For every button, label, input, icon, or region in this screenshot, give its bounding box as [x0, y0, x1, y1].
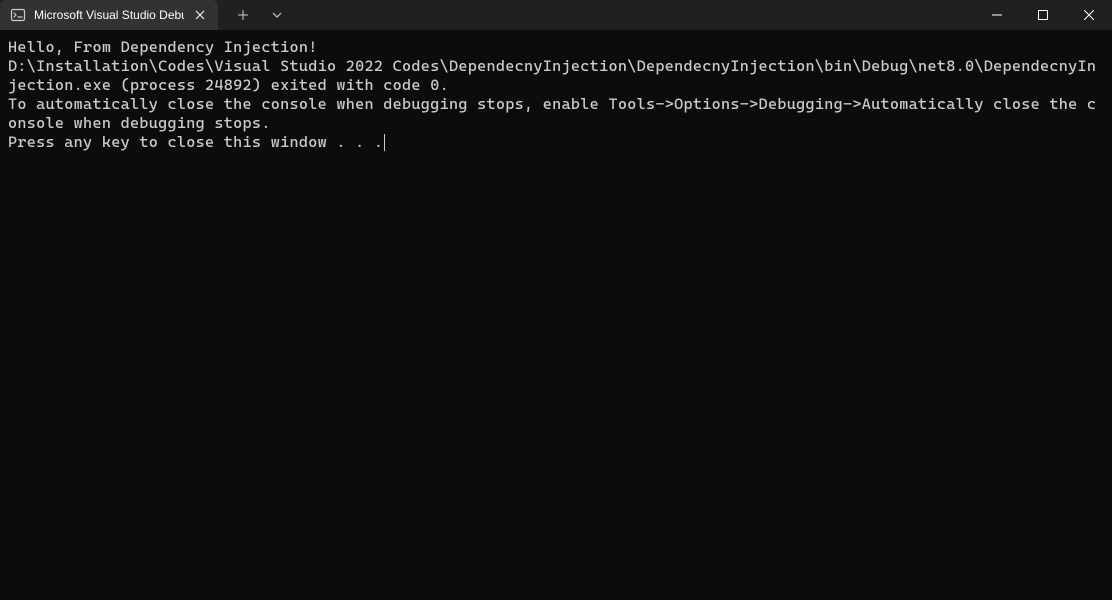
tab-close-button[interactable]: [192, 7, 208, 23]
console-line: Press any key to close this window . . .: [8, 133, 1104, 152]
tab-dropdown-button[interactable]: [260, 0, 294, 30]
console-text: Press any key to close this window . . .: [8, 133, 383, 151]
console-line: Hello, From Dependency Injection!: [8, 38, 1104, 57]
tab-controls: [218, 0, 294, 30]
new-tab-button[interactable]: [226, 0, 260, 30]
console-line: To automatically close the console when …: [8, 95, 1104, 133]
close-button[interactable]: [1066, 0, 1112, 30]
titlebar: Microsoft Visual Studio Debug: [0, 0, 1112, 30]
text-cursor: [384, 134, 385, 151]
terminal-window: Microsoft Visual Studio Debug: [0, 0, 1112, 600]
titlebar-drag-area[interactable]: [294, 0, 974, 30]
tab-area: Microsoft Visual Studio Debug: [0, 0, 294, 30]
terminal-icon: [10, 7, 26, 23]
tab-title: Microsoft Visual Studio Debug: [34, 8, 184, 22]
console-line: D:\Installation\Codes\Visual Studio 2022…: [8, 57, 1104, 95]
window-controls: [974, 0, 1112, 30]
tab-active[interactable]: Microsoft Visual Studio Debug: [0, 0, 218, 30]
maximize-button[interactable]: [1020, 0, 1066, 30]
terminal-output[interactable]: Hello, From Dependency Injection!D:\Inst…: [0, 30, 1112, 600]
minimize-button[interactable]: [974, 0, 1020, 30]
